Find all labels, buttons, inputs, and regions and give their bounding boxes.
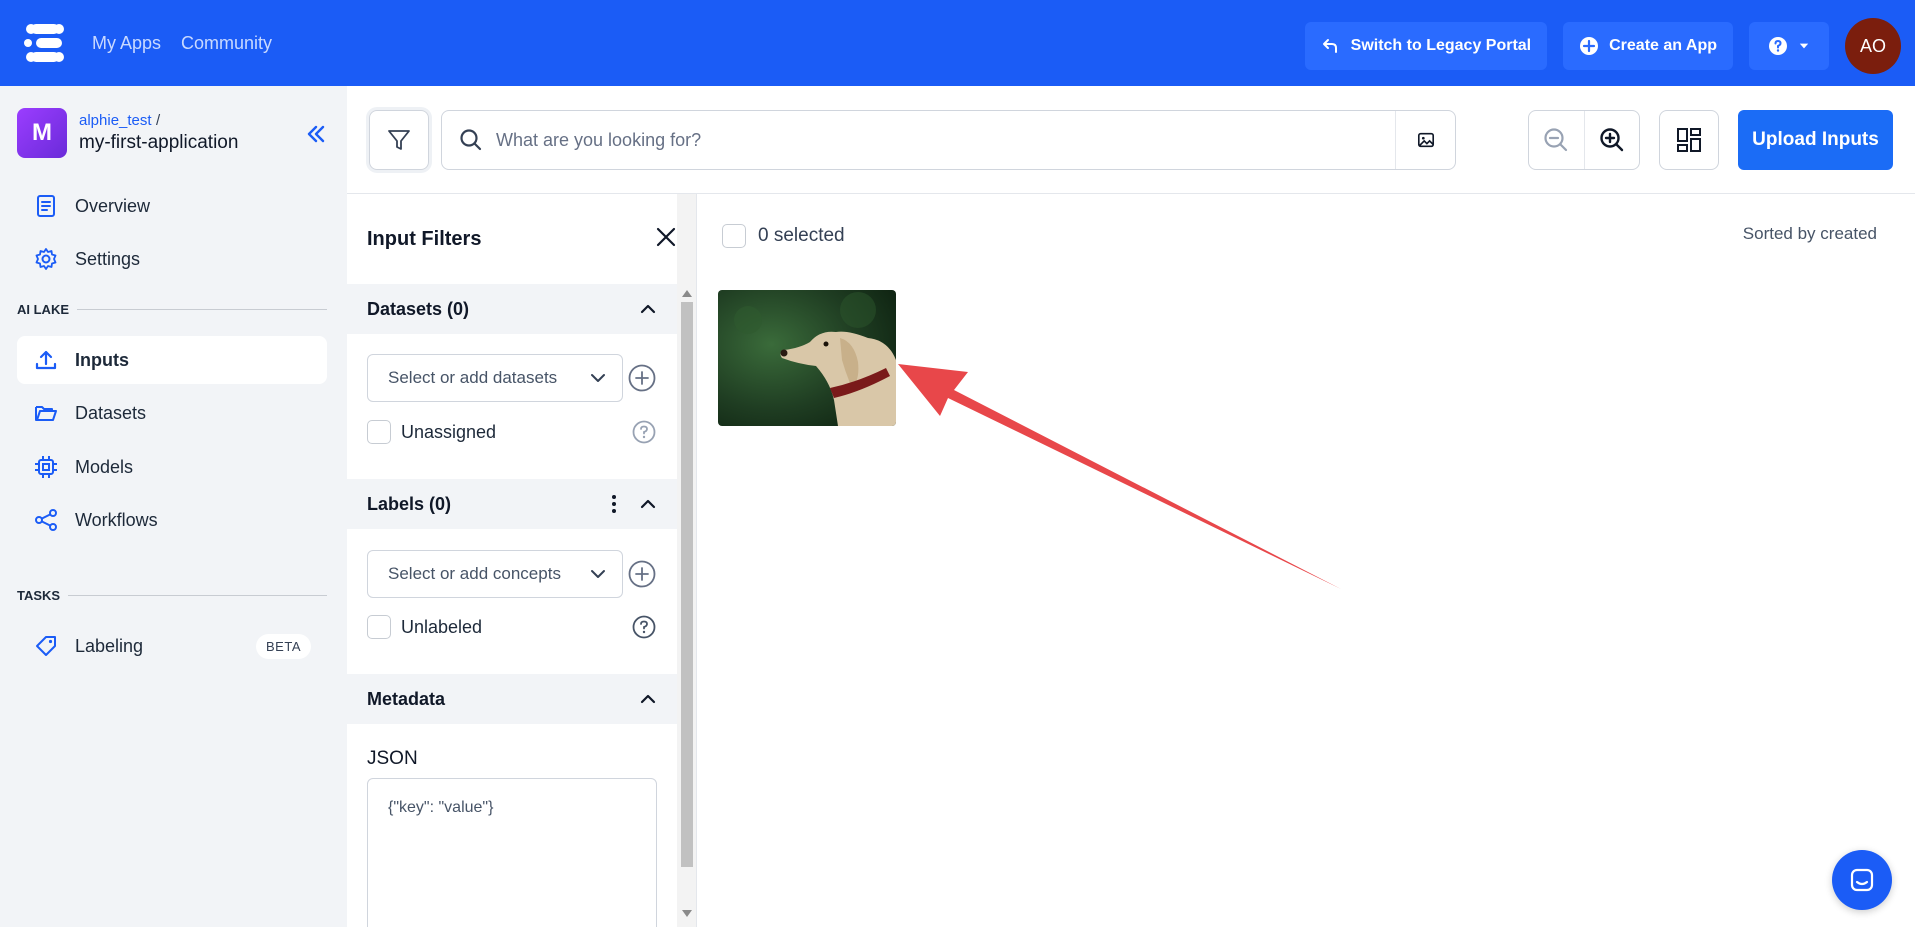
sidebar-item-label: Labeling	[75, 635, 144, 656]
search-icon	[460, 129, 482, 151]
beta-badge: BETA	[256, 633, 311, 659]
collapse-sidebar-icon[interactable]	[302, 120, 330, 148]
filter-toggle-button[interactable]	[369, 110, 429, 170]
metadata-section-header[interactable]: Metadata	[347, 674, 677, 724]
select-all-checkbox[interactable]	[722, 224, 746, 248]
sidebar-item-label: Inputs	[75, 349, 129, 370]
unassigned-label: Unassigned	[401, 421, 497, 442]
chat-icon	[1850, 868, 1874, 892]
datasets-section-header[interactable]: Datasets (0)	[347, 284, 677, 334]
sidebar-item-overview[interactable]: Overview	[17, 182, 327, 230]
document-icon	[37, 195, 55, 217]
nav-my-apps[interactable]: My Apps	[92, 33, 161, 54]
create-app-label: Create an App	[1609, 37, 1717, 54]
unassigned-checkbox[interactable]	[367, 420, 391, 444]
add-concept-icon[interactable]	[627, 559, 657, 589]
input-filters-panel: Input Filters Datasets (0) Select or add…	[347, 194, 697, 927]
help-icon	[1769, 37, 1787, 55]
gear-icon	[35, 248, 57, 270]
chevron-up-icon[interactable]	[637, 688, 659, 710]
image-icon	[1417, 132, 1434, 148]
top-bar: My Apps Community Switch to Legacy Porta…	[0, 0, 1915, 86]
chevron-down-icon	[591, 374, 605, 382]
add-dataset-icon[interactable]	[627, 363, 657, 393]
upload-icon	[35, 350, 57, 370]
help-circle-icon[interactable]	[631, 419, 657, 445]
unlabeled-label: Unlabeled	[401, 616, 483, 637]
json-label: JSON	[367, 748, 418, 769]
app-owner-link[interactable]: alphie_test	[79, 112, 152, 129]
funnel-icon	[388, 130, 410, 150]
unlabeled-checkbox-row: Unlabeled	[367, 614, 657, 640]
annotation-arrow	[898, 364, 1341, 589]
zoom-controls	[1528, 110, 1640, 170]
nav-community[interactable]: Community	[181, 33, 272, 54]
upload-inputs-button[interactable]: Upload Inputs	[1738, 110, 1893, 170]
zoom-out-button[interactable]	[1529, 111, 1584, 169]
caret-down-icon	[1799, 43, 1809, 49]
unlabeled-checkbox[interactable]	[367, 615, 391, 639]
sidebar: M alphie_test / my-first-application Ove…	[0, 86, 347, 927]
app-avatar: M	[17, 108, 67, 158]
inputs-grid: 0 selected Sorted by created	[698, 194, 1915, 927]
switch-legacy-button[interactable]: Switch to Legacy Portal	[1304, 22, 1548, 70]
sort-indicator[interactable]: Sorted by created	[1743, 224, 1877, 244]
chevron-up-icon[interactable]	[637, 298, 659, 320]
search-box	[441, 110, 1456, 170]
app-name: my-first-application	[79, 132, 239, 153]
sidebar-item-labeling[interactable]: Labeling BETA	[17, 622, 327, 670]
sidebar-item-datasets[interactable]: Datasets	[17, 389, 327, 437]
close-icon[interactable]	[653, 224, 679, 250]
chevron-up-icon[interactable]	[637, 493, 659, 515]
sidebar-item-label: Workflows	[75, 509, 158, 530]
sidebar-item-models[interactable]: Models	[17, 443, 327, 491]
chevron-down-icon	[591, 570, 605, 578]
selected-count: 0 selected	[758, 225, 845, 246]
sidebar-item-inputs[interactable]: Inputs	[17, 336, 327, 384]
sidebar-item-label: Models	[75, 456, 134, 477]
search-input[interactable]	[496, 129, 1395, 151]
concepts-select[interactable]: Select or add concepts	[367, 550, 623, 598]
image-search-button[interactable]	[1395, 111, 1455, 169]
sidebar-item-label: Datasets	[75, 402, 147, 423]
scrollbar-thumb[interactable]	[681, 302, 693, 867]
return-arrow-icon	[1322, 39, 1337, 53]
metadata-json-input[interactable]	[367, 778, 657, 927]
scroll-down-arrow-icon[interactable]	[682, 910, 692, 917]
scroll-up-arrow-icon[interactable]	[682, 290, 692, 297]
create-app-button[interactable]: Create an App	[1563, 22, 1733, 70]
unassigned-checkbox-row: Unassigned	[367, 419, 657, 445]
sidebar-item-label: Settings	[75, 248, 141, 269]
breadcrumb-separator: /	[156, 112, 161, 129]
selection-bar: 0 selected	[722, 224, 845, 248]
sidebar-item-workflows[interactable]: Workflows	[17, 496, 327, 544]
clarifai-logo-icon[interactable]	[22, 20, 68, 66]
folder-icon	[35, 406, 57, 421]
app-header: M alphie_test / my-first-application	[17, 108, 238, 158]
plus-circle-icon	[1580, 37, 1599, 55]
search-toolbar: Upload Inputs	[347, 86, 1915, 194]
filters-title: Input Filters	[367, 228, 482, 250]
share-icon	[35, 509, 57, 531]
section-ai-lake: AI LAKE	[17, 302, 327, 317]
zoom-out-icon	[1544, 128, 1568, 152]
user-avatar[interactable]: AO	[1845, 18, 1901, 74]
labels-section-header[interactable]: Labels (0)	[347, 479, 677, 529]
support-chat-button[interactable]	[1832, 850, 1892, 910]
more-vertical-icon[interactable]	[603, 493, 625, 515]
sidebar-item-label: Overview	[75, 195, 151, 216]
grid-view-button[interactable]	[1659, 110, 1719, 170]
section-tasks: TASKS	[17, 588, 327, 603]
tag-icon	[36, 636, 56, 656]
sidebar-item-settings[interactable]: Settings	[17, 235, 327, 283]
zoom-in-button[interactable]	[1583, 111, 1639, 169]
help-menu-button[interactable]	[1749, 22, 1829, 70]
switch-legacy-label: Switch to Legacy Portal	[1350, 37, 1532, 54]
grid-layout-icon	[1677, 128, 1701, 152]
help-circle-icon[interactable]	[631, 614, 657, 640]
zoom-in-icon	[1600, 128, 1624, 152]
input-thumbnail-dog-photo[interactable]	[718, 290, 896, 426]
chip-icon	[35, 456, 57, 478]
datasets-select[interactable]: Select or add datasets	[367, 354, 623, 402]
